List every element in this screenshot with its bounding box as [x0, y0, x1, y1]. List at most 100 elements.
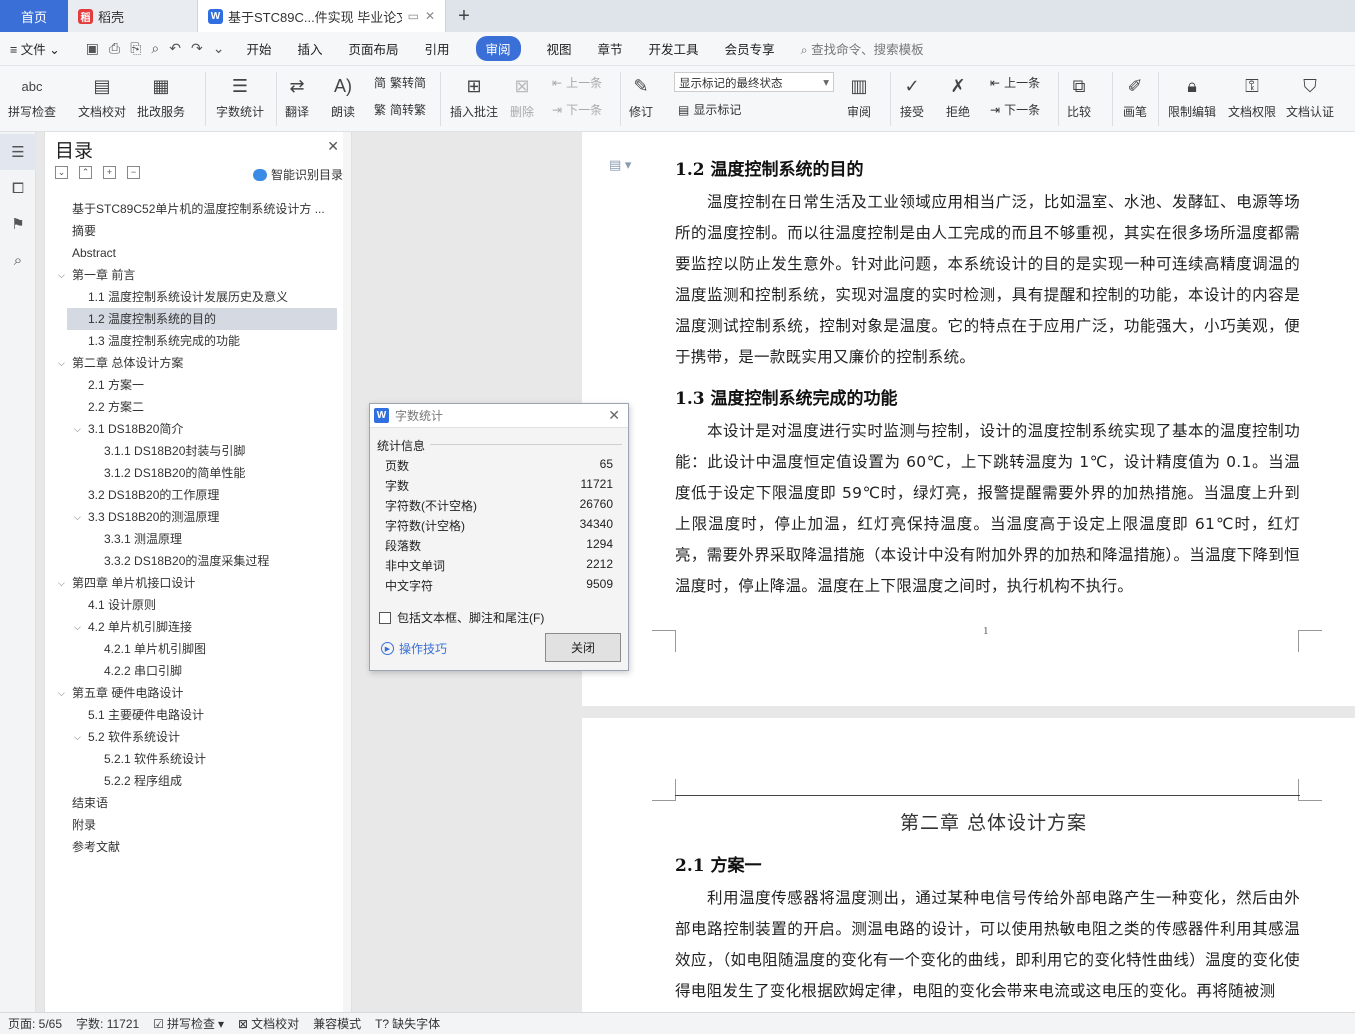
toc-item[interactable]: 1.1 温度控制系统设计发展历史及意义 [45, 286, 351, 308]
preview-icon[interactable]: ⌕ [151, 40, 159, 57]
menu-review[interactable]: 审阅 [475, 36, 521, 61]
toc-item[interactable]: 5.1 主要硬件电路设计 [45, 704, 351, 726]
doc-check-button[interactable]: ▤ 文档校对 [78, 72, 126, 120]
toc-close-icon[interactable]: ✕ [327, 138, 339, 155]
toc-item[interactable]: 结束语 [45, 792, 351, 814]
word-count-indicator[interactable]: 字数: 11721 [76, 1015, 139, 1032]
menu-reference[interactable]: 引用 [424, 39, 449, 58]
tab-daoke[interactable]: 稻 稻壳 [68, 0, 198, 32]
expand-all-icon[interactable]: ⌄ [55, 166, 68, 179]
save-icon[interactable]: ▣ [86, 40, 99, 57]
dialog-close-icon[interactable]: ✕ [608, 407, 620, 424]
toc-scrollbar[interactable] [343, 132, 351, 1012]
next-change-button[interactable]: ⇥ 下一条 [990, 101, 1040, 118]
tips-link[interactable]: ▶ 操作技巧 [381, 640, 447, 657]
toc-item[interactable]: 3.3.2 DS18B20的温度采集过程 [45, 550, 351, 572]
toc-item[interactable]: ⌵ 3.3 DS18B20的测温原理 [45, 506, 351, 528]
toc-item[interactable]: 5.2.1 软件系统设计 [45, 748, 351, 770]
menu-view[interactable]: 视图 [547, 39, 572, 58]
toc-item[interactable]: ⌵ 第五章 硬件电路设计 [45, 682, 351, 704]
chevron-down-icon[interactable]: ⌵ [58, 352, 65, 374]
smart-toc-button[interactable]: 智能识别目录 [252, 166, 343, 183]
missing-font[interactable]: T? 缺失字体 [375, 1015, 440, 1032]
tab-home[interactable]: 首页 [0, 0, 68, 32]
print-icon[interactable]: ⎘ [130, 40, 141, 57]
markup-state-select[interactable]: 显示标记的最终状态 [674, 72, 834, 92]
toc-item[interactable]: 基于STC89C52单片机的温度控制系统设计方 ... [45, 198, 351, 220]
pen-button[interactable]: ✐ 画笔 [1122, 72, 1148, 120]
toc-item[interactable]: Abstract [45, 242, 351, 264]
toc-item[interactable]: 1.3 温度控制系统完成的功能 [45, 330, 351, 352]
chevron-down-icon[interactable]: ⌵ [74, 418, 81, 440]
doc-permission-button[interactable]: ⚿ 文档权限 [1228, 72, 1276, 120]
add-item-icon[interactable]: + [103, 166, 116, 179]
chevron-down-icon[interactable]: ⌵ [74, 506, 81, 528]
toc-item[interactable]: ⌵ 第二章 总体设计方案 [45, 352, 351, 374]
toc-item[interactable]: ⌵ 4.2 单片机引脚连接 [45, 616, 351, 638]
status-spell-check[interactable]: ☑ 拼写检查 ▾ [153, 1015, 224, 1032]
toc-item[interactable]: 1.2 温度控制系统的目的 [67, 308, 337, 330]
chapter-panel-icon[interactable]: ⧠ [0, 170, 36, 206]
toc-item[interactable]: 3.3.1 测温原理 [45, 528, 351, 550]
toc-item[interactable]: ⌵ 第四章 单片机接口设计 [45, 572, 351, 594]
toc-item[interactable]: ⌵ 第一章 前言 [45, 264, 351, 286]
read-aloud-button[interactable]: A) 朗读 [330, 72, 356, 120]
chevron-down-icon[interactable]: ⌵ [74, 726, 81, 748]
command-search[interactable]: ⌕ 查找命令、搜索模板 [801, 39, 924, 58]
spell-check-button[interactable]: abc 拼写检查 [8, 72, 56, 120]
tab-close-icon[interactable]: ✕ [425, 9, 435, 23]
menu-devtools[interactable]: 开发工具 [649, 39, 699, 58]
doc-options-icon[interactable]: ▤ ▾ [609, 157, 631, 173]
menu-layout[interactable]: 页面布局 [348, 39, 398, 58]
toc-item[interactable]: 参考文献 [45, 836, 351, 858]
chevron-down-icon[interactable]: ⌵ [58, 682, 65, 704]
prev-comment-button[interactable]: ⇤ 上一条 [552, 74, 602, 91]
chevron-down-icon[interactable]: ⌵ [58, 264, 65, 286]
toc-item[interactable]: ⌵ 3.1 DS18B20简介 [45, 418, 351, 440]
redo-icon[interactable]: ↷ [191, 40, 203, 57]
toc-panel-icon[interactable]: ☰ [0, 134, 36, 170]
compat-mode[interactable]: 兼容模式 [313, 1015, 361, 1032]
toc-item[interactable]: 4.1 设计原则 [45, 594, 351, 616]
chevron-down-icon[interactable]: ⌵ [58, 572, 65, 594]
translate-button[interactable]: ⇄ 翻译 [284, 72, 310, 120]
insert-comment-button[interactable]: ⊞ 插入批注 [450, 72, 498, 120]
tab-document[interactable]: W 基于STC89C...件实现 毕业论文 ▭ ✕ [198, 0, 446, 32]
toc-item[interactable]: 2.2 方案二 [45, 396, 351, 418]
revise-service-button[interactable]: ▦ 批改服务 [137, 72, 185, 120]
find-icon[interactable]: ⌕ [0, 242, 36, 278]
delete-comment-button[interactable]: ⊠ 删除 [509, 72, 535, 120]
undo-icon[interactable]: ↶ [169, 40, 181, 57]
trad-to-simp-button[interactable]: 简 繁转简 [374, 74, 426, 91]
toc-item[interactable]: 摘要 [45, 220, 351, 242]
close-button[interactable]: 关闭 [545, 633, 621, 662]
doc-certify-button[interactable]: ⛉ 文档认证 [1286, 72, 1334, 120]
bookmark-icon[interactable]: ⚑ [0, 206, 36, 242]
new-tab-button[interactable]: + [446, 0, 482, 32]
checkbox-box[interactable] [379, 611, 391, 624]
page-indicator[interactable]: 页面: 5/65 [8, 1015, 62, 1032]
prev-change-button[interactable]: ⇤ 上一条 [990, 74, 1040, 91]
toc-item[interactable]: ⌵ 5.2 软件系统设计 [45, 726, 351, 748]
menu-member[interactable]: 会员专享 [725, 39, 775, 58]
dialog-titlebar[interactable]: W 字数统计 [370, 404, 628, 428]
show-markup-button[interactable]: ▤ 显示标记 [678, 101, 741, 118]
review-pane-button[interactable]: ▥ 审阅 [846, 72, 872, 120]
restrict-edit-button[interactable]: 🔒︎ 限制编辑 [1168, 72, 1216, 120]
include-textbox-checkbox[interactable]: 包括文本框、脚注和尾注(F) [379, 609, 544, 626]
toc-item[interactable]: 4.2.2 串口引脚 [45, 660, 351, 682]
toc-item[interactable]: 3.1.1 DS18B20封装与引脚 [45, 440, 351, 462]
compare-button[interactable]: ⧉ 比较 [1066, 72, 1092, 120]
toc-item[interactable]: 3.2 DS18B20的工作原理 [45, 484, 351, 506]
track-changes-button[interactable]: ✎ 修订 [628, 72, 654, 120]
menu-chapter[interactable]: 章节 [598, 39, 623, 58]
menu-insert[interactable]: 插入 [297, 39, 322, 58]
word-count-button[interactable]: ☰ 字数统计 [216, 72, 264, 120]
simp-to-trad-button[interactable]: 繁 简转繁 [374, 101, 426, 118]
collapse-all-icon[interactable]: ⌃ [79, 166, 92, 179]
toc-item[interactable]: 附录 [45, 814, 351, 836]
chevron-down-icon[interactable]: ⌵ [74, 616, 81, 638]
screen-icon[interactable]: ▭ [408, 9, 419, 23]
accept-button[interactable]: ✓ 接受 [899, 72, 925, 120]
status-doc-check[interactable]: ⊠ 文档校对 [238, 1015, 299, 1032]
